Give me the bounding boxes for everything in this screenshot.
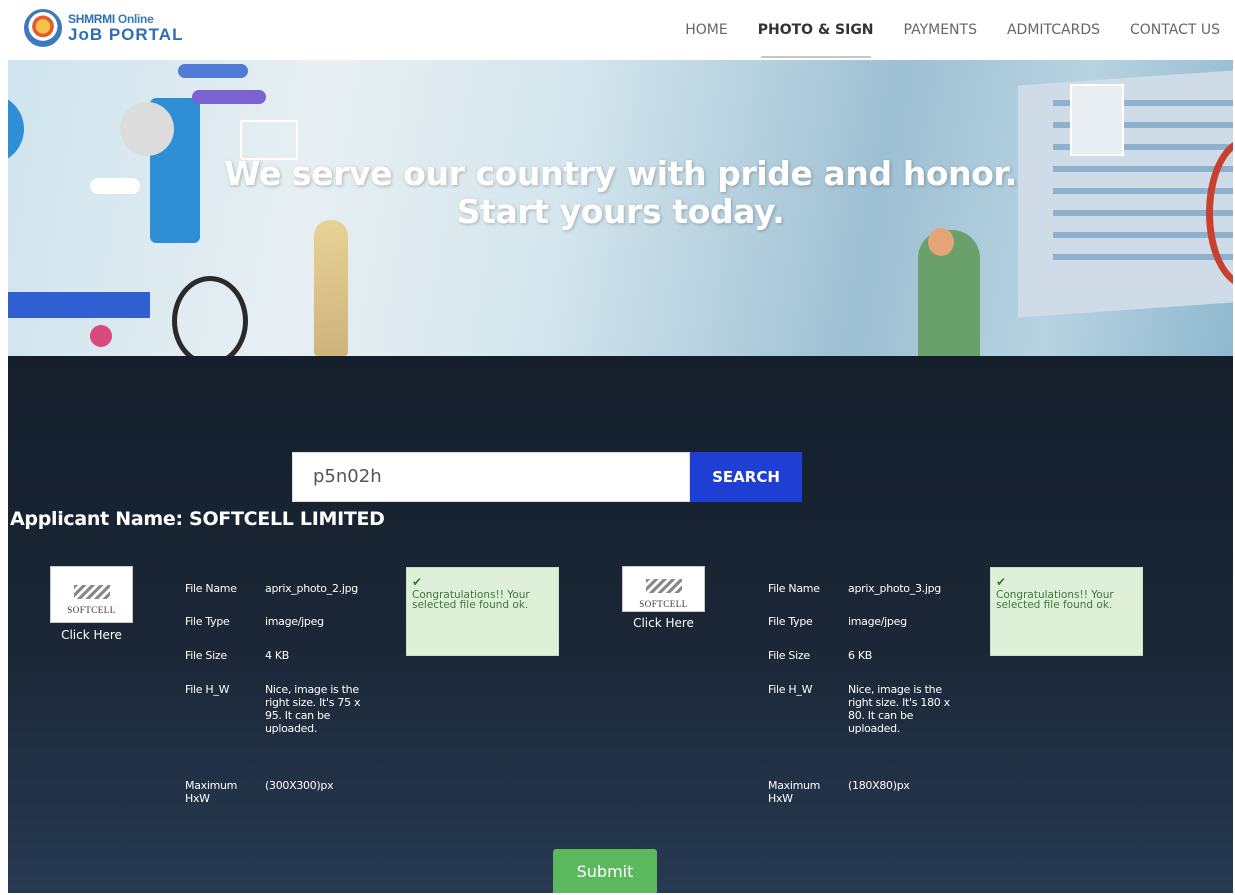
file-max-value: (300X300)px <box>265 779 334 792</box>
chat-bubble-illustration <box>178 64 248 78</box>
file-info: File Name aprix_photo_2.jpg File Type imag… <box>185 566 415 836</box>
file-size-label: File Size <box>185 649 227 662</box>
thumb-logo-text: SOFTCELL <box>67 605 116 615</box>
file-type-label: File Type <box>185 615 230 628</box>
logo-line1-a: SHMRMI <box>68 12 118 26</box>
file-size-value: 6 KB <box>848 649 873 662</box>
softcell-logo-icon <box>73 585 110 599</box>
hero-title: We serve our country with pride and hono… <box>8 155 1233 231</box>
click-here-link[interactable]: Click Here <box>50 628 133 642</box>
file-name-value: aprix_photo_3.jpg <box>848 582 941 595</box>
success-message: ✔ Congratulations!! Your selected file f… <box>990 567 1143 656</box>
applicant-name: Applicant Name: SOFTCELL LIMITED <box>10 508 385 530</box>
blue-circle-illustration <box>8 94 24 164</box>
person-photo-illustration <box>1070 84 1124 156</box>
avatar-circle-illustration <box>120 102 174 156</box>
file-max-label: Maximum HxW <box>768 779 821 805</box>
success-message-text: Congratulations!! Your selected file fou… <box>412 589 530 611</box>
magnifier-illustration <box>172 276 248 356</box>
file-name-label: File Name <box>185 582 237 595</box>
logo-text: SHMRMI Online JoB PORTAL <box>68 13 183 43</box>
heart-badge-illustration <box>90 325 112 347</box>
sign-thumbnail[interactable]: SOFTCELL <box>622 566 705 612</box>
photo-sign-section: p5n02h SEARCH Applicant Name: SOFTCELL L… <box>8 356 1233 893</box>
file-info: File Name aprix_photo_3.jpg File Type imag… <box>768 566 998 836</box>
nav-photo-sign[interactable]: PHOTO & SIGN <box>743 0 889 60</box>
chat-bubble-illustration-2 <box>192 90 266 104</box>
nav-home[interactable]: HOME <box>670 0 742 60</box>
main-nav: HOME PHOTO & SIGN PAYMENTS ADMITCARDS CO… <box>670 0 1235 60</box>
file-hw-value: Nice, image is the right size. It's 180 … <box>848 683 950 735</box>
check-icon: ✔ <box>996 575 1007 589</box>
file-size-label: File Size <box>768 649 810 662</box>
emblem-icon <box>24 9 62 47</box>
file-name-value: aprix_photo_2.jpg <box>265 582 358 595</box>
check-icon: ✔ <box>412 575 423 589</box>
logo-line1-b: Online <box>117 12 154 26</box>
file-hw-label: File H_W <box>185 683 230 696</box>
thumb-logo-text: SOFTCELL <box>639 599 688 609</box>
vase-illustration <box>314 220 348 356</box>
search-button[interactable]: SEARCH <box>690 452 802 502</box>
person-head-illustration <box>928 228 954 256</box>
file-size-value: 4 KB <box>265 649 290 662</box>
nav-admitcards[interactable]: ADMITCARDS <box>992 0 1115 60</box>
logo-line2: JoB PORTAL <box>68 25 184 44</box>
file-max-label: Maximum HxW <box>185 779 238 805</box>
nav-payments[interactable]: PAYMENTS <box>889 0 992 60</box>
success-message-text: Congratulations!! Your selected file fou… <box>996 589 1114 611</box>
file-hw-value: Nice, image is the right size. It's 75 x… <box>265 683 361 735</box>
search-input[interactable]: p5n02h <box>292 452 690 502</box>
site-logo[interactable]: SHMRMI Online JoB PORTAL <box>24 4 183 52</box>
hero-banner: We serve our country with pride and hono… <box>8 60 1233 356</box>
site-header: SHMRMI Online JoB PORTAL HOME PHOTO & SI… <box>0 0 1235 60</box>
hero-line2: Start yours today. <box>456 192 785 231</box>
click-here-link[interactable]: Click Here <box>622 616 705 630</box>
file-hw-label: File H_W <box>768 683 813 696</box>
nav-contact-us[interactable]: CONTACT US <box>1115 0 1235 60</box>
file-max-value: (180X80)px <box>848 779 910 792</box>
success-message: ✔ Congratulations!! Your selected file f… <box>406 567 559 656</box>
file-name-label: File Name <box>768 582 820 595</box>
hero-line1: We serve our country with pride and hono… <box>224 154 1017 193</box>
softcell-logo-icon <box>645 579 682 593</box>
file-type-value: image/jpeg <box>848 615 907 628</box>
slider-panel-illustration <box>8 292 150 318</box>
photo-thumbnail[interactable]: SOFTCELL <box>50 566 133 623</box>
file-type-value: image/jpeg <box>265 615 324 628</box>
file-type-label: File Type <box>768 615 813 628</box>
submit-button[interactable]: Submit <box>553 849 657 893</box>
